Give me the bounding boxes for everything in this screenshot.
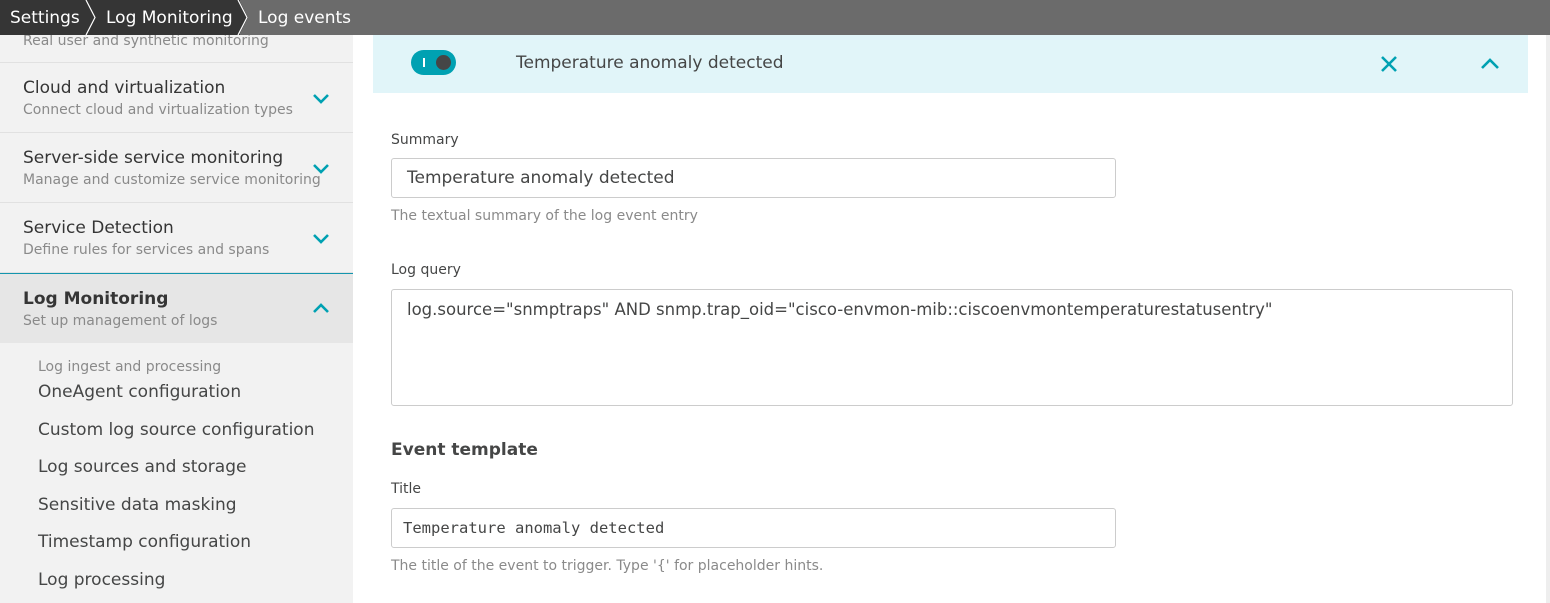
log-query-textarea[interactable]: log.source="snmptraps" AND snmp.trap_oid…	[391, 289, 1513, 406]
sidebar-group-description: Set up management of logs	[23, 313, 218, 329]
sidebar-item-custom-log-source-configuration[interactable]: Custom log source configuration	[0, 419, 353, 457]
breadcrumb: Settings Log Monitoring Log events	[0, 0, 1550, 35]
breadcrumb-separator-icon	[237, 0, 248, 35]
sidebar-group-service-detection[interactable]: Service Detection Define rules for servi…	[0, 203, 353, 273]
close-icon[interactable]	[1379, 54, 1399, 74]
breadcrumb-log-events[interactable]: Log events	[240, 0, 351, 35]
chevron-down-icon[interactable]	[311, 158, 331, 178]
sidebar-subsection-heading: Log ingest and processing	[38, 359, 222, 375]
summary-label: Summary	[391, 132, 459, 148]
toggle-knob	[436, 55, 451, 70]
sidebar-group-title: Log Monitoring	[23, 289, 169, 309]
summary-input[interactable]: Temperature anomaly detected	[391, 158, 1116, 198]
rule-header[interactable]: Temperature anomaly detected	[373, 35, 1528, 93]
toggle-on-indicator	[423, 58, 425, 67]
chevron-down-icon[interactable]	[311, 228, 331, 248]
breadcrumb-settings[interactable]: Settings	[0, 0, 96, 35]
sidebar-group-description: Manage and customize service monitoring	[23, 172, 321, 188]
settings-sidebar: Real user and synthetic monitoring Cloud…	[0, 35, 353, 603]
sidebar-group-cloud-virtualization[interactable]: Cloud and virtualization Connect cloud a…	[0, 63, 353, 133]
sidebar-group-title: Service Detection	[23, 218, 174, 238]
chevron-up-icon[interactable]	[311, 299, 331, 319]
title-hint: The title of the event to trigger. Type …	[391, 558, 824, 574]
sidebar-group-description: Connect cloud and virtualization types	[23, 102, 293, 118]
sidebar-group-title: Server-side service monitoring	[23, 148, 284, 168]
event-template-heading: Event template	[391, 440, 538, 460]
sidebar-cut-description: Real user and synthetic monitoring	[0, 35, 353, 63]
sidebar-group-description: Define rules for services and spans	[23, 242, 270, 258]
scrollbar[interactable]	[1546, 35, 1550, 603]
title-value: Temperature anomaly detected	[403, 519, 665, 537]
log-query-value: log.source="snmptraps" AND snmp.trap_oid…	[407, 300, 1273, 319]
breadcrumb-label: Settings	[10, 7, 80, 28]
sidebar-item-sensitive-data-masking[interactable]: Sensitive data masking	[0, 494, 353, 532]
log-query-label: Log query	[391, 262, 461, 278]
breadcrumb-separator-icon	[85, 0, 96, 35]
sidebar-item-log-processing[interactable]: Log processing	[0, 569, 353, 603]
sidebar-item-timestamp-configuration[interactable]: Timestamp configuration	[0, 531, 353, 569]
main-content: Temperature anomaly detected Summary Tem…	[353, 35, 1550, 603]
summary-hint: The textual summary of the log event ent…	[391, 208, 698, 224]
breadcrumb-label: Log Monitoring	[106, 7, 233, 28]
sidebar-item-oneagent-configuration[interactable]: OneAgent configuration	[0, 381, 353, 419]
title-label: Title	[391, 481, 422, 497]
summary-value: Temperature anomaly detected	[407, 168, 675, 188]
rule-title: Temperature anomaly detected	[516, 53, 784, 73]
sidebar-group-title: Cloud and virtualization	[23, 78, 226, 98]
enabled-toggle[interactable]	[411, 50, 456, 75]
sidebar-group-server-side-service-monitoring[interactable]: Server-side service monitoring Manage an…	[0, 133, 353, 203]
breadcrumb-log-monitoring[interactable]: Log Monitoring	[88, 0, 248, 35]
chevron-down-icon[interactable]	[311, 88, 331, 108]
title-input[interactable]: Temperature anomaly detected	[391, 508, 1116, 548]
chevron-up-icon[interactable]	[1480, 54, 1500, 74]
breadcrumb-label: Log events	[258, 7, 352, 28]
sidebar-group-log-monitoring[interactable]: Log Monitoring Set up management of logs	[0, 273, 353, 343]
sidebar-subsection-log-ingest: Log ingest and processing OneAgent confi…	[0, 343, 353, 603]
sidebar-item-log-sources-and-storage[interactable]: Log sources and storage	[0, 456, 353, 494]
